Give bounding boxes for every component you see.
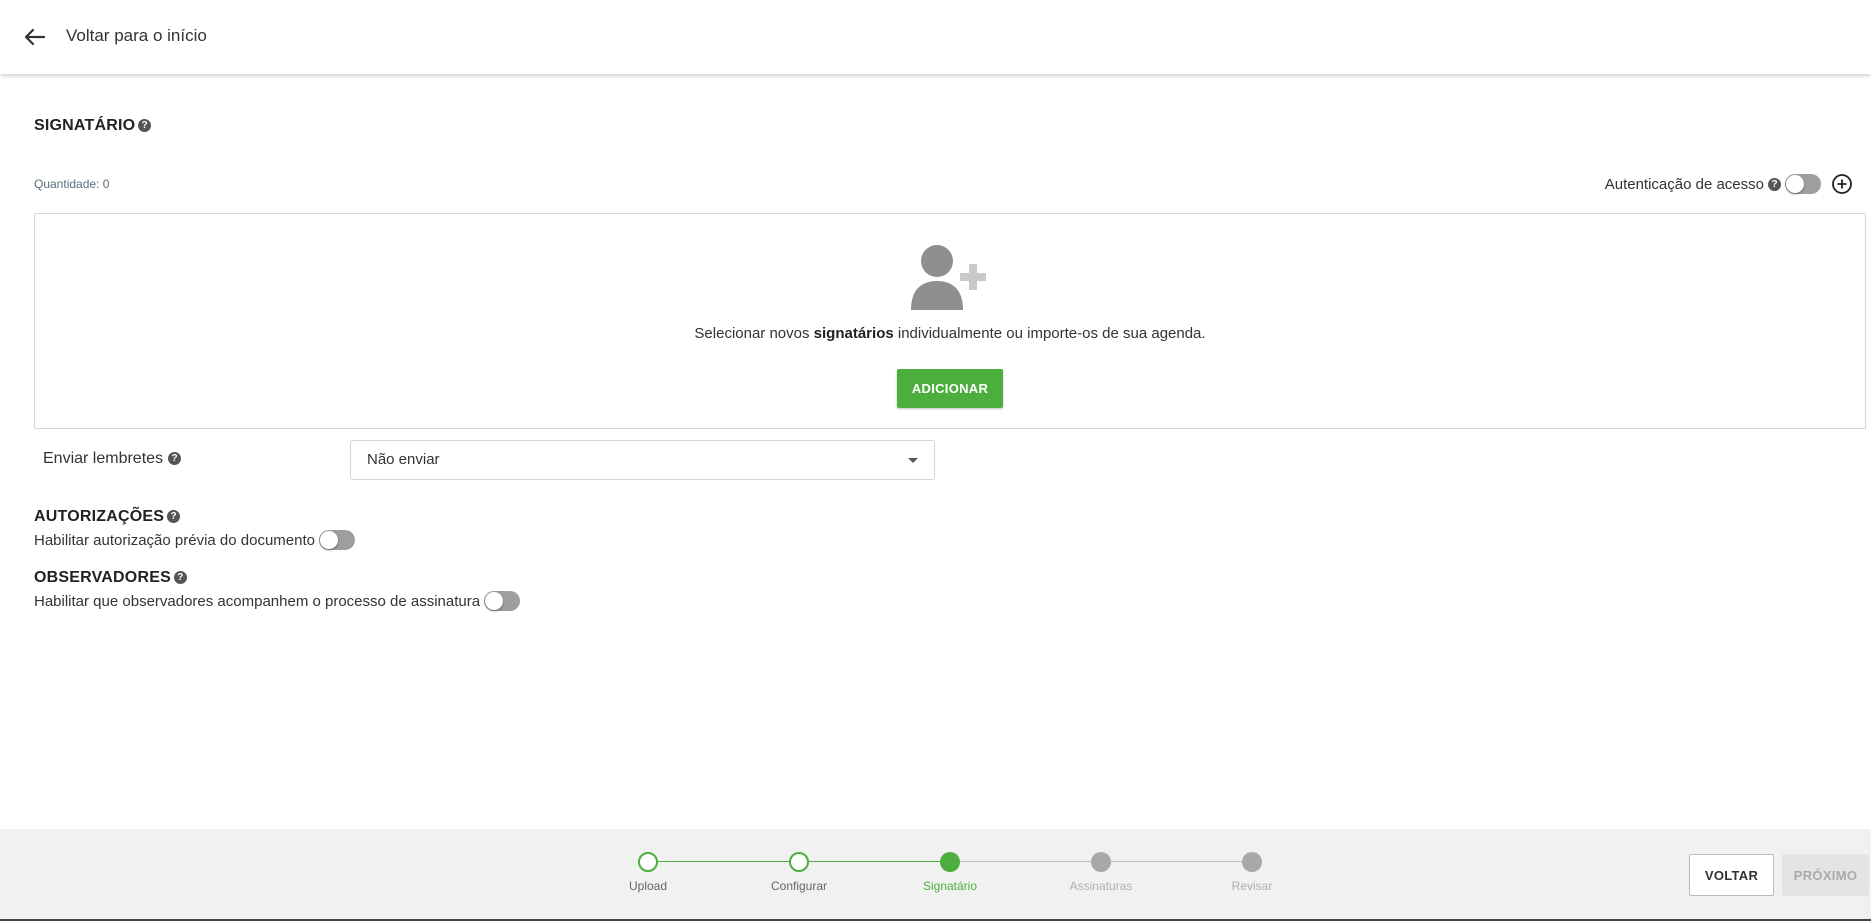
observadores-title: OBSERVADORES (34, 569, 171, 586)
access-auth-label: Autenticação de acesso (1604, 175, 1764, 193)
step-connector (1111, 861, 1242, 862)
next-button: PRÓXIMO (1782, 854, 1869, 896)
add-circle-icon[interactable] (1831, 173, 1853, 195)
back-arrow-icon[interactable] (20, 24, 50, 50)
quantity-text: Quantidade: 0 (34, 177, 110, 191)
step-label-signatario: Signatário (922, 879, 978, 893)
step-connector (960, 861, 1091, 862)
help-icon[interactable]: ? (1768, 177, 1781, 191)
step-assinaturas (1091, 852, 1111, 872)
reminders-label-row: Enviar lembretes? (43, 450, 182, 468)
step-signatario[interactable] (940, 852, 960, 872)
autorizacoes-title: AUTORIZAÇÕES (34, 508, 165, 525)
step-label-revisar: Revisar (1231, 879, 1273, 893)
observadores-heading: OBSERVADORES? (34, 569, 187, 587)
access-auth-toggle[interactable] (1785, 174, 1821, 194)
step-connector (809, 861, 940, 862)
reminders-selected-value: Não enviar (367, 451, 440, 468)
back-button[interactable]: VOLTAR (1689, 854, 1774, 896)
authorization-toggle[interactable] (319, 530, 355, 550)
reminders-select[interactable]: Não enviar (350, 440, 935, 480)
step-label-upload: Upload (628, 879, 668, 893)
observers-toggle-label: Habilitar que observadores acompanhem o … (34, 592, 481, 610)
step-upload[interactable] (638, 852, 658, 872)
footer-bar: Upload Configurar Signatário Assinaturas… (0, 829, 1871, 921)
add-signer-button[interactable]: ADICIONAR (897, 369, 1003, 408)
step-configurar[interactable] (789, 852, 809, 872)
reminders-label: Enviar lembretes (43, 450, 164, 467)
signatario-title: SIGNATÁRIO (34, 117, 136, 134)
add-user-icon (905, 242, 989, 312)
access-auth-control: Autenticação de acesso ? (1605, 174, 1821, 194)
help-icon[interactable]: ? (167, 510, 181, 524)
empty-signers-text: Selecionar novos signatários individualm… (694, 325, 1206, 342)
observers-toggle-row: Habilitar que observadores acompanhem o … (34, 591, 521, 611)
back-link[interactable]: Voltar para o início (66, 26, 207, 46)
authorization-toggle-row: Habilitar autorização prévia do document… (34, 530, 355, 550)
step-revisar (1242, 852, 1262, 872)
top-bar: Voltar para o início (0, 0, 1871, 74)
help-icon[interactable]: ? (173, 571, 187, 585)
step-label-configurar: Configurar (770, 879, 828, 893)
signatario-heading: SIGNATÁRIO? (34, 117, 152, 135)
authorization-toggle-label: Habilitar autorização prévia do document… (34, 531, 315, 549)
observers-toggle[interactable] (484, 591, 521, 611)
help-icon[interactable]: ? (168, 452, 182, 466)
help-icon[interactable]: ? (138, 119, 152, 133)
step-connector (658, 861, 789, 862)
autorizacoes-heading: AUTORIZAÇÕES? (34, 508, 181, 526)
step-label-assinaturas: Assinaturas (1069, 879, 1133, 893)
chevron-down-icon (908, 458, 918, 463)
